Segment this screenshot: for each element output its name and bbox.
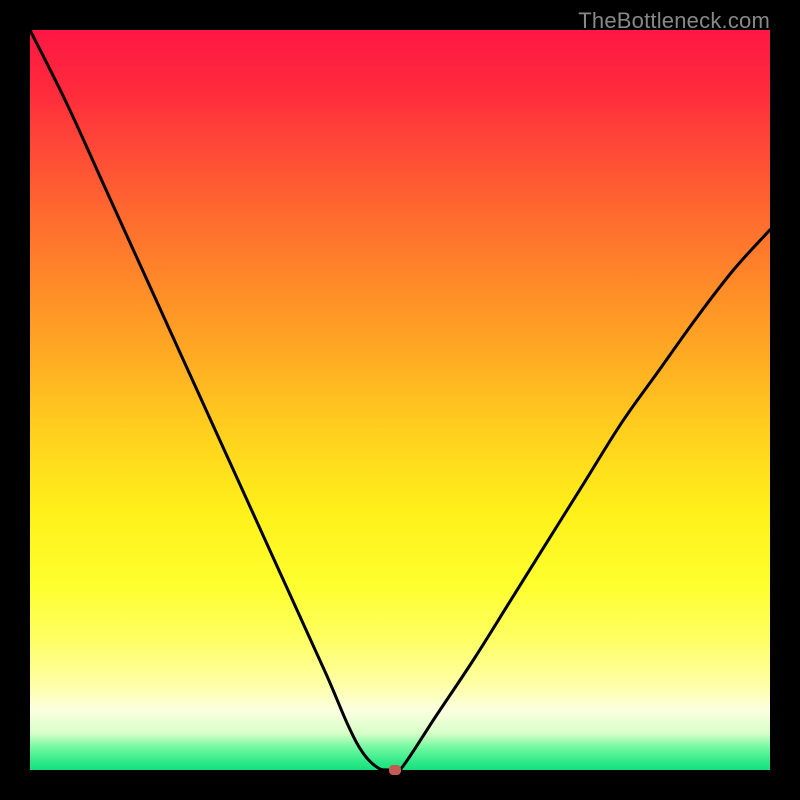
chart-container: TheBottleneck.com bbox=[0, 0, 800, 800]
optimum-marker bbox=[389, 765, 401, 775]
curve-svg bbox=[30, 30, 770, 770]
bottleneck-curve bbox=[30, 30, 770, 770]
plot-area bbox=[30, 30, 770, 770]
